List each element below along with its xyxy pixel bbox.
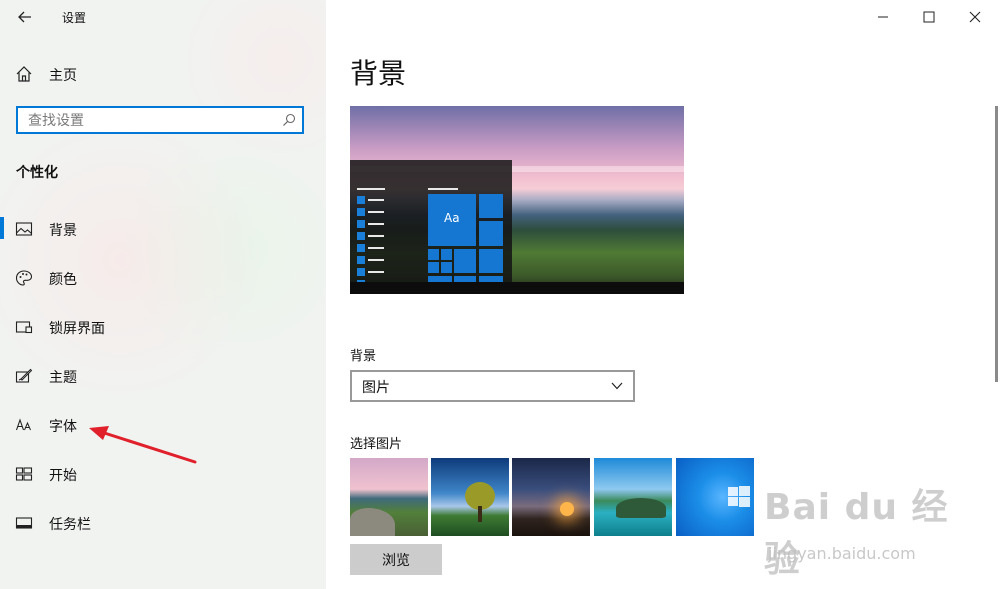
- sidebar-item-label: 锁屏界面: [49, 321, 105, 337]
- taskbar-icon: [15, 517, 33, 529]
- watermark-logo: Bai du 经验: [764, 487, 949, 580]
- sidebar-item-colors[interactable]: 颜色: [0, 260, 326, 296]
- scrollbar[interactable]: [995, 106, 998, 382]
- page-title: 背景: [350, 57, 407, 90]
- close-icon: [969, 11, 981, 23]
- section-heading: 个性化: [16, 165, 58, 181]
- sidebar-item-lock-screen[interactable]: 锁屏界面: [0, 309, 326, 345]
- browse-button[interactable]: 浏览: [350, 544, 442, 575]
- watermark-url: jingyan.baidu.com: [768, 544, 916, 563]
- annotation-arrow-icon: [89, 426, 197, 464]
- sidebar-item-label: 开始: [49, 468, 77, 484]
- theme-brush-icon: [15, 368, 33, 383]
- back-button[interactable]: [14, 6, 36, 28]
- picture-icon: [15, 222, 33, 236]
- palette-icon: [15, 270, 33, 286]
- back-arrow-icon: [18, 11, 31, 23]
- maximize-button[interactable]: [906, 4, 952, 30]
- home-icon: [16, 66, 32, 82]
- maximize-icon: [923, 11, 935, 23]
- start-menu-icon: [15, 467, 33, 481]
- minimize-icon: [878, 16, 888, 18]
- background-preview: Aa: [350, 106, 684, 294]
- sidebar-item-background[interactable]: 背景: [0, 211, 326, 247]
- picture-thumbnail[interactable]: [431, 458, 509, 536]
- sidebar-item-label: 字体: [49, 419, 77, 435]
- sidebar-item-label: 主题: [49, 370, 77, 386]
- sidebar-item-taskbar[interactable]: 任务栏: [0, 505, 326, 541]
- choose-picture-label: 选择图片: [350, 437, 403, 452]
- preview-tile: Aa: [428, 194, 476, 246]
- search-icon[interactable]: [282, 113, 296, 127]
- background-type-label: 背景: [350, 349, 377, 364]
- sidebar-item-label: 背景: [49, 223, 77, 239]
- search-input[interactable]: [26, 111, 280, 131]
- preview-start-menu: Aa: [350, 160, 512, 294]
- preview-taskbar: [350, 282, 684, 294]
- lock-screen-icon: [15, 321, 33, 334]
- picture-thumbnail[interactable]: [594, 458, 672, 536]
- search-box[interactable]: [16, 106, 304, 134]
- preview-tile-text: Aa: [444, 211, 460, 225]
- sidebar-item-label: 任务栏: [49, 517, 91, 533]
- picture-thumbnail[interactable]: [676, 458, 754, 536]
- sidebar-item-home[interactable]: 主页: [0, 56, 326, 92]
- sidebar-item-label: 颜色: [49, 272, 77, 288]
- background-type-dropdown[interactable]: 图片: [350, 370, 635, 402]
- minimize-button[interactable]: [860, 4, 906, 30]
- baidu-watermark: Bai du 经验 jingyan.baidu.com: [764, 478, 954, 580]
- app-title: 设置: [62, 11, 87, 25]
- dropdown-selected-value: 图片: [362, 380, 390, 396]
- font-icon: [15, 418, 31, 431]
- picture-thumbnail[interactable]: [512, 458, 590, 536]
- chevron-down-icon: [611, 382, 623, 390]
- close-button[interactable]: [952, 4, 998, 30]
- sidebar: 设置 主页 个性化 背景 颜色 锁屏界面: [0, 0, 326, 589]
- sidebar-item-label: 主页: [49, 68, 77, 84]
- windows-logo-icon: [728, 486, 750, 507]
- picture-thumbnail[interactable]: [350, 458, 428, 536]
- sidebar-item-themes[interactable]: 主题: [0, 358, 326, 394]
